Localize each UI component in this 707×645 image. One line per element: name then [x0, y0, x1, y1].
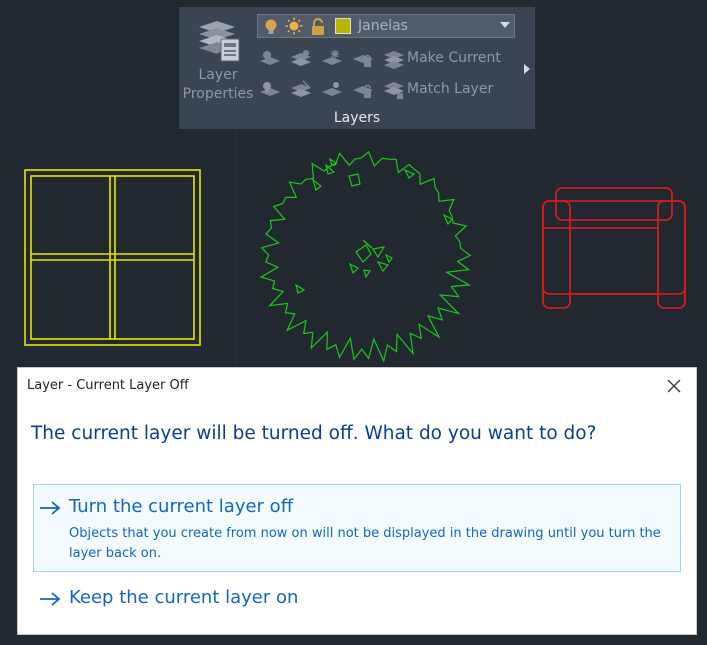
layer-unlock-icon[interactable]: [352, 80, 374, 100]
chevron-down-icon: [500, 22, 510, 28]
dialog-title: Layer - Current Layer Off: [27, 378, 189, 393]
panel-title: Layers: [333, 110, 381, 126]
layer-isolate-icon[interactable]: [290, 49, 312, 69]
layer-unisolate-icon[interactable]: [290, 80, 312, 100]
dialog-question: The current layer will be turned off. Wh…: [31, 423, 597, 444]
layer-properties-icon: [199, 21, 240, 62]
make-current-label[interactable]: Make Current: [407, 50, 501, 66]
panel-expand-icon[interactable]: [524, 64, 530, 74]
arrow-right-icon: [40, 592, 61, 606]
current-layer-off-dialog: Layer - Current Layer Off The current la…: [18, 368, 696, 634]
tree-drawing: [259, 150, 472, 363]
option-title: Keep the current layer on: [69, 587, 299, 608]
lightbulb-on-icon: [265, 19, 277, 34]
layer-on-icon[interactable]: [259, 80, 281, 100]
layer-properties-label: Layer Properties: [182, 67, 254, 102]
option-title: Turn the current layer off: [69, 496, 294, 517]
layer-tools-row-2: [259, 80, 405, 100]
window-drawing: [24, 169, 201, 346]
sun-thaw-icon: [285, 17, 303, 35]
option-description: Objects that you create from now on will…: [69, 526, 661, 561]
layer-properties-button[interactable]: Layer Properties: [181, 11, 255, 107]
close-icon[interactable]: [663, 375, 685, 397]
layer-thaw-icon[interactable]: [321, 80, 343, 100]
make-current-icon[interactable]: [383, 49, 405, 69]
current-layer-name: Janelas: [358, 18, 408, 34]
arrow-right-icon: [40, 501, 61, 515]
current-layer-dropdown[interactable]: Janelas: [257, 14, 515, 38]
layers-ribbon-panel: Layer Properties Janelas Make Current Ma…: [179, 7, 535, 129]
sofa-drawing: [542, 187, 686, 309]
keep-layer-on-option[interactable]: Keep the current layer on: [33, 582, 681, 616]
layer-color-swatch: [335, 18, 351, 34]
layer-freeze-icon[interactable]: [321, 49, 343, 69]
layer-tools-row-1: [259, 49, 405, 69]
layer-off-icon[interactable]: [259, 49, 281, 69]
match-layer-label[interactable]: Match Layer: [407, 81, 493, 97]
layer-lock-icon[interactable]: [352, 49, 374, 69]
match-layer-icon[interactable]: [383, 80, 405, 100]
turn-layer-off-option[interactable]: Turn the current layer off Objects that …: [33, 484, 681, 572]
unlock-icon: [312, 18, 324, 35]
